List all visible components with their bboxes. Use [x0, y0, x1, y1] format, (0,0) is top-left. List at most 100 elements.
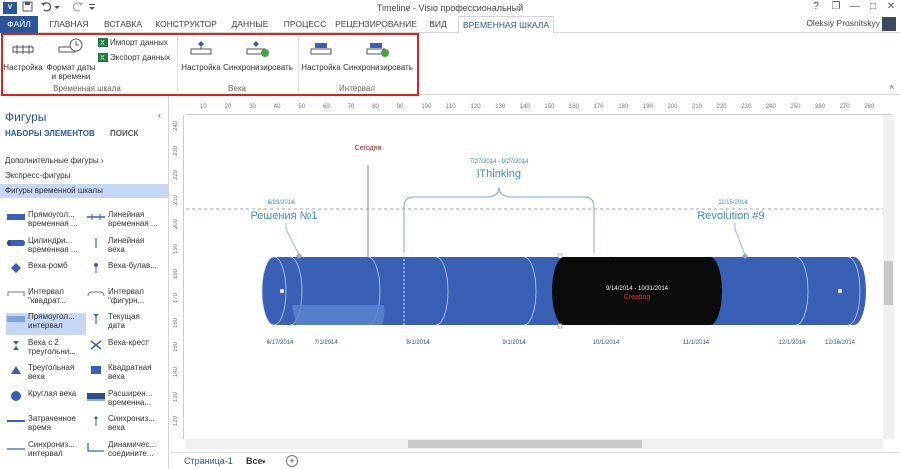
- tab-timeline[interactable]: ВРЕМЕННАЯ ШКАЛА: [458, 16, 554, 34]
- scroll-thumb[interactable]: [408, 440, 642, 448]
- shape-item[interactable]: Веха-булав...: [86, 261, 166, 284]
- collapse-pane-icon[interactable]: ‹: [158, 110, 161, 120]
- tab-insert[interactable]: ВСТАВКА: [98, 16, 148, 33]
- shape-item[interactable]: Синхрониз... интервал: [6, 440, 88, 463]
- shape-label-line: Синхрониз...: [108, 414, 155, 423]
- shape-label: Синхрониз... интервал: [28, 440, 88, 458]
- close-button[interactable]: ✕: [881, 0, 900, 14]
- shape-label: Веха с 2 треугольни...: [28, 338, 88, 356]
- tab-home[interactable]: ГЛАВНАЯ: [42, 16, 96, 33]
- tab-data[interactable]: ДАННЫЕ: [225, 16, 275, 33]
- axis-date-label: 9/1/2014: [502, 340, 526, 346]
- ruler-tick-label: 190: [642, 104, 653, 110]
- tab-design[interactable]: КОНСТРУКТОР: [151, 16, 221, 33]
- shape-item[interactable]: Синхрониз... веха: [86, 414, 168, 437]
- shape-item[interactable]: Интервал "фигурн...: [86, 286, 166, 310]
- scroll-thumb[interactable]: [884, 261, 893, 305]
- ruler-tick-label: 70: [347, 104, 355, 110]
- shape-item[interactable]: Прямоугол... интервал: [6, 312, 86, 335]
- page-tabs-bar: Страница-1 Все ▾ +: [170, 452, 900, 469]
- stencil-more-shapes[interactable]: Дополнительные фигуры ›: [0, 154, 168, 168]
- shape-item[interactable]: Квадратная веха: [86, 363, 166, 386]
- window-title: Timeline - Visio профессиональный: [376, 3, 524, 13]
- avatar[interactable]: [882, 17, 896, 31]
- tab-view[interactable]: ВИД: [423, 16, 453, 33]
- selection-handle[interactable]: [837, 288, 843, 294]
- collapse-ribbon-icon[interactable]: ˄: [889, 83, 894, 92]
- shape-label-line: временная ...: [28, 219, 78, 228]
- today-marker-icon: [93, 314, 99, 324]
- user-name[interactable]: Oleksiy Prosnitskyy: [806, 18, 880, 28]
- shape-label-line: интервал: [28, 448, 63, 458]
- ruler-tick-label: 30: [249, 104, 256, 110]
- shape-label-line: Треугольная: [28, 363, 75, 372]
- axis-date-labels: 6/17/2014 7/1/2014 8/1/2014 9/1/2014 10/1/20…: [267, 340, 856, 346]
- help-button[interactable]: ?: [806, 0, 826, 14]
- ruler-tick-label: 90: [396, 104, 404, 110]
- shape-item[interactable]: Треугольная веха: [6, 363, 86, 386]
- all-pages-dropdown-icon[interactable]: ▾: [262, 458, 266, 466]
- shape-label: Прямоугол... временная ...: [28, 210, 88, 228]
- interval-label: Creating: [624, 294, 651, 301]
- shape-item[interactable]: Веха-крест: [86, 338, 166, 361]
- shape-label: Цилиндри... временная ...: [28, 236, 88, 254]
- ruler-tick-label: 220: [716, 104, 727, 110]
- selection-handle[interactable]: [279, 288, 285, 294]
- shape-item[interactable]: Цилиндри... временная ...: [6, 236, 88, 259]
- shape-label-line: Прямоугол...: [28, 210, 75, 219]
- shape-item[interactable]: Текущая дата: [86, 312, 166, 335]
- cylinder-timeline-icon: [7, 239, 25, 246]
- axis-date-label: 10/1/2014: [593, 340, 620, 346]
- maximize-button[interactable]: □: [863, 0, 883, 14]
- ribbon-tabs: ФАЙЛ ГЛАВНАЯ ВСТАВКА КОНСТРУКТОР ДАННЫЕ …: [0, 16, 900, 34]
- shape-item[interactable]: Линейная веха: [86, 235, 166, 259]
- page-tab-1[interactable]: Страница-1: [184, 456, 233, 466]
- shape-item[interactable]: Расширен... временна...: [86, 389, 166, 412]
- ribbon-display-options-button[interactable]: ❐: [826, 0, 846, 14]
- tab-search[interactable]: ПОИСК: [110, 129, 138, 138]
- triangle-milestone-icon: [11, 366, 21, 374]
- tab-review[interactable]: РЕЦЕНЗИРОВАНИЕ: [334, 16, 418, 33]
- all-pages-tab[interactable]: Все: [246, 456, 263, 466]
- ruler-tick-label: 210: [173, 194, 179, 205]
- shape-label-line: Интервал: [108, 286, 144, 296]
- ruler-tick-label: 120: [470, 104, 481, 110]
- shape-item[interactable]: Круглая веха: [6, 389, 86, 412]
- shape-label-line: Веха-булав...: [108, 261, 157, 270]
- shape-label: Веха-ромб: [28, 261, 88, 270]
- horizontal-scrollbar[interactable]: [186, 439, 883, 449]
- shape-item[interactable]: Затраченное время: [6, 414, 86, 437]
- tab-stencils[interactable]: НАБОРЫ ЭЛЕМЕНТОВ: [5, 129, 95, 138]
- interval-dates: 9/14/2014 - 10/31/2014: [606, 286, 669, 292]
- chevron-right-icon: ›: [100, 156, 104, 165]
- shape-label: Линейная временная ...: [108, 210, 168, 228]
- tab-file[interactable]: ФАЙЛ: [0, 16, 38, 33]
- ruler-tick-label: 60: [323, 104, 330, 110]
- shape-item[interactable]: Интервал "квадрат...: [6, 287, 86, 310]
- add-page-button[interactable]: +: [286, 455, 298, 467]
- shape-item[interactable]: Веха с 2 треугольни...: [6, 338, 88, 361]
- ruler-tick-label: 110: [446, 104, 456, 110]
- shape-label: Синхрониз... веха: [108, 414, 168, 432]
- shape-label-line: Линейная: [108, 235, 145, 245]
- minimize-button[interactable]: —: [845, 0, 865, 14]
- vertical-scrollbar[interactable]: [883, 115, 894, 439]
- shape-item[interactable]: Прямоугол... временная ...: [6, 210, 88, 233]
- shape-item[interactable]: Динамичес... соедините...: [86, 440, 166, 463]
- ruler-tick-label: 130: [495, 104, 506, 110]
- shape-item[interactable]: Веха-ромб: [6, 261, 88, 284]
- stencil-quick-shapes[interactable]: Экспресс-фигуры: [0, 169, 168, 183]
- stencil-label: Экспресс-фигуры: [5, 171, 71, 180]
- square-bracket-icon: [7, 291, 25, 296]
- drawing-canvas[interactable]: Сегодня 6/23/2014 Решения №1 11/15/2014 …: [186, 115, 883, 439]
- elapsed-time-shape[interactable]: [292, 305, 385, 325]
- shape-item[interactable]: Линейная временная ...: [86, 210, 168, 233]
- ruler-horizontal: 10 20 30 40 50 60 70 80 90 100 110 120 130 140 150 160 1…: [186, 103, 892, 115]
- tab-process[interactable]: ПРОЦЕСС: [280, 16, 330, 33]
- ruler-tick-label: 210: [692, 104, 703, 110]
- stencil-timeline-shapes[interactable]: Фигуры временной шкалы: [0, 184, 168, 198]
- shape-label-line: временная ...: [28, 244, 78, 254]
- ruler-tick-label: 140: [173, 367, 179, 378]
- milestone-revolution[interactable]: 11/15/2014 Revolution #9: [697, 200, 765, 259]
- ruler-tick-label: 140: [519, 104, 530, 110]
